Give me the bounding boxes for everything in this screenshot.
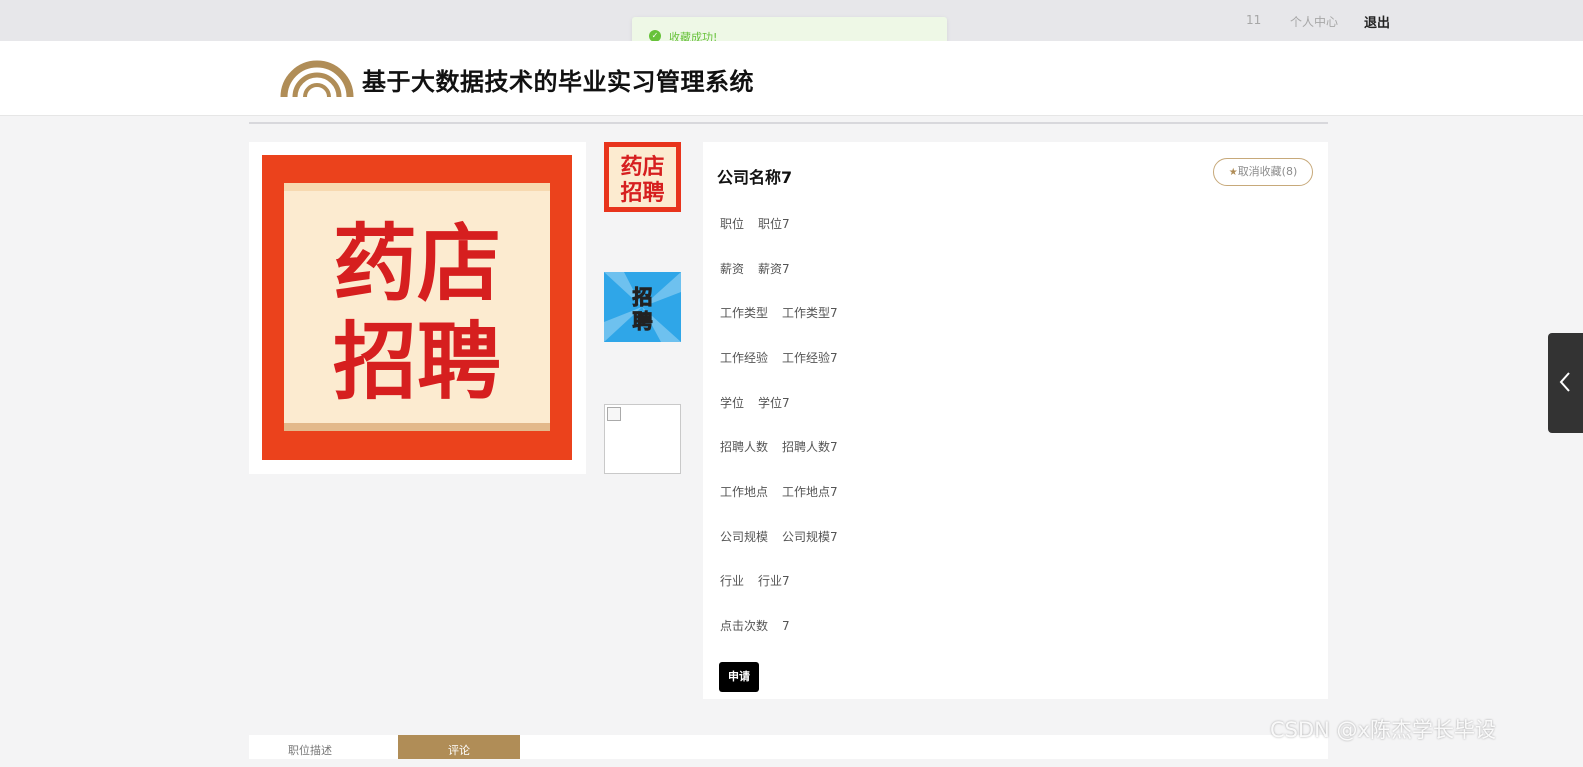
site-header: 基于大数据技术的毕业实习管理系统 <box>0 41 1583 116</box>
field-label: 学位 <box>720 396 745 410</box>
field-label: 行业 <box>720 574 745 588</box>
field-company-size: 公司规模 公司规模7 <box>720 528 838 545</box>
field-value: 行业7 <box>758 574 790 588</box>
personal-center-link[interactable]: 个人中心 <box>1290 13 1338 30</box>
field-salary: 薪资 薪资7 <box>720 260 790 277</box>
watermark: CSDN @x陈杰学长毕设 <box>1270 718 1496 742</box>
field-value: 职位7 <box>758 217 790 231</box>
field-label: 工作经验 <box>720 351 769 365</box>
main-job-poster: 药店 招聘 <box>262 155 572 460</box>
field-industry: 行业 行业7 <box>720 572 790 589</box>
field-click-count: 点击次数 7 <box>720 617 790 634</box>
side-panel-toggle[interactable] <box>1548 333 1583 433</box>
field-location: 工作地点 工作地点7 <box>720 483 838 500</box>
field-value: 招聘人数7 <box>782 440 838 454</box>
field-label: 职位 <box>720 217 745 231</box>
field-work-type: 工作类型 工作类型7 <box>720 304 838 321</box>
field-headcount: 招聘人数 招聘人数7 <box>720 438 838 455</box>
field-label: 薪资 <box>720 262 745 276</box>
job-detail-card: 公司名称7 ★取消收藏(8) 职位 职位7 薪资 薪资7 工作类型 工作类型7 工作经… <box>703 142 1328 699</box>
field-value: 工作地点7 <box>782 485 838 499</box>
apply-button[interactable]: 申请 <box>719 662 759 692</box>
thumbnail-2-line-1: 招 <box>633 285 653 309</box>
tab-job-description[interactable]: 职位描述 <box>249 735 371 759</box>
thumbnail-3[interactable] <box>604 404 681 474</box>
field-position: 职位 职位7 <box>720 215 790 232</box>
field-label: 公司规模 <box>720 530 769 544</box>
main-image-card: 药店 招聘 <box>249 142 586 474</box>
tab-comments[interactable]: 评论 <box>398 735 520 759</box>
company-name: 公司名称7 <box>717 168 793 187</box>
field-experience: 工作经验 工作经验7 <box>720 349 838 366</box>
user-count: 11 <box>1246 13 1262 27</box>
thumbnail-1-line-1: 药店 <box>620 154 664 180</box>
field-value: 工作类型7 <box>782 306 838 320</box>
header-divider <box>249 122 1328 124</box>
chevron-left-icon <box>1559 372 1570 392</box>
star-icon: ★ <box>1228 167 1238 178</box>
thumbnail-2-line-2: 聘 <box>633 309 653 333</box>
poster-line-1: 药店 <box>333 214 501 313</box>
field-label: 招聘人数 <box>720 440 769 454</box>
site-title: 基于大数据技术的毕业实习管理系统 <box>362 68 754 96</box>
field-label: 点击次数 <box>720 619 769 633</box>
field-value: 工作经验7 <box>782 351 838 365</box>
thumbnail-1[interactable]: 药店 招聘 <box>604 142 681 212</box>
thumbnail-2[interactable]: 招 聘 <box>604 272 681 342</box>
unfavorite-button[interactable]: ★取消收藏(8) <box>1213 158 1313 186</box>
field-value: 公司规模7 <box>782 530 838 544</box>
field-label: 工作类型 <box>720 306 769 320</box>
broken-image-icon <box>607 407 621 421</box>
field-value: 7 <box>782 619 790 633</box>
field-label: 工作地点 <box>720 485 769 499</box>
unfavorite-label: 取消收藏(8) <box>1237 165 1298 178</box>
logo-icon <box>280 60 354 98</box>
logout-link[interactable]: 退出 <box>1364 12 1390 31</box>
field-degree: 学位 学位7 <box>720 394 790 411</box>
thumbnail-1-line-2: 招聘 <box>620 180 664 206</box>
field-value: 学位7 <box>758 396 790 410</box>
poster-line-2: 招聘 <box>333 312 501 411</box>
detail-tabs: 职位描述 评论 <box>249 735 1328 759</box>
field-value: 薪资7 <box>758 262 790 276</box>
